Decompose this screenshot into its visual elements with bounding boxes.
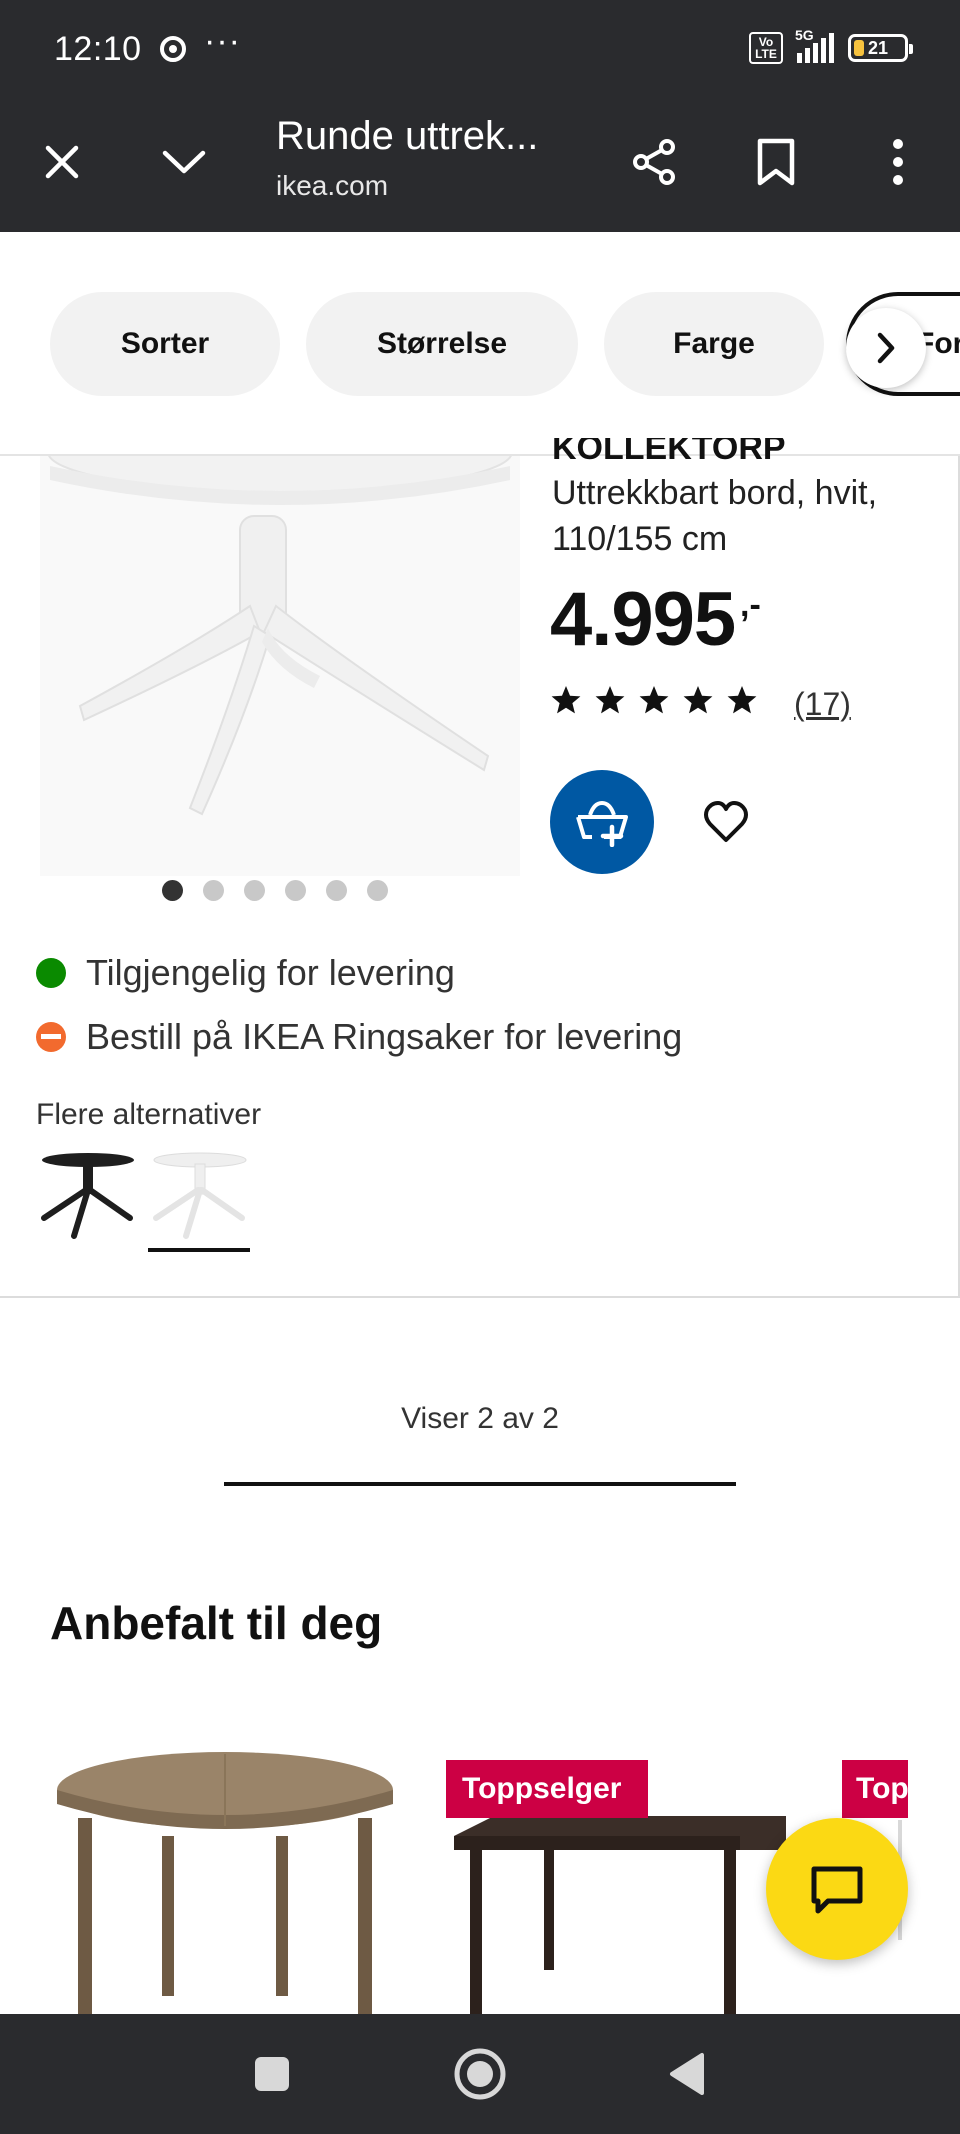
status-dot-orange xyxy=(36,1022,66,1052)
scroll-right-button[interactable] xyxy=(846,308,926,388)
chevron-down-icon[interactable] xyxy=(150,128,218,196)
carousel-dot[interactable] xyxy=(244,880,265,901)
battery-icon: 21 xyxy=(848,34,913,62)
more-vert-icon[interactable] xyxy=(864,128,932,196)
star-icon xyxy=(639,686,669,714)
bookmark-icon[interactable] xyxy=(742,128,810,196)
status-bar: 12:10 ··· Vo LTE 5G 21 xyxy=(0,0,960,100)
carousel-dot[interactable] xyxy=(162,880,183,901)
image-carousel-dots xyxy=(162,880,388,901)
square-icon xyxy=(255,2057,289,2091)
product-image[interactable] xyxy=(40,456,520,876)
price-suffix: ,- xyxy=(740,586,761,624)
favorite-button[interactable] xyxy=(694,790,758,854)
selected-alternative-indicator xyxy=(148,1248,250,1252)
status-time: 12:10 xyxy=(54,30,142,68)
product-description[interactable]: Uttrekkbart bord, hvit, 110/155 cm xyxy=(552,470,932,562)
back-triangle-icon xyxy=(670,2053,704,2095)
star-icon xyxy=(595,686,625,714)
home-circle-icon xyxy=(454,2048,506,2100)
status-indicators: Vo LTE 5G 21 xyxy=(749,27,913,66)
results-progress-bar xyxy=(224,1482,736,1486)
carousel-dot[interactable] xyxy=(326,880,347,901)
volte-icon: Vo LTE xyxy=(749,32,783,64)
chevron-right-icon xyxy=(877,332,895,364)
availability-store: Bestill på IKEA Ringsaker for levering xyxy=(36,1016,682,1058)
share-icon[interactable] xyxy=(620,128,688,196)
product-price: 4.995 xyxy=(550,577,736,662)
size-pill[interactable]: Størrelse xyxy=(306,292,578,396)
carousel-dot[interactable] xyxy=(367,880,388,901)
top-seller-badge: Top xyxy=(842,1760,908,1818)
product-name[interactable]: KOLLEKTORP xyxy=(552,438,786,460)
sort-pill[interactable]: Sorter xyxy=(50,292,280,396)
availability-text: Bestill på IKEA Ringsaker for levering xyxy=(86,1016,683,1057)
recents-button[interactable] xyxy=(242,2044,302,2104)
chat-button[interactable] xyxy=(766,1818,908,1960)
heart-icon xyxy=(704,801,748,842)
back-button[interactable] xyxy=(658,2044,718,2104)
more-notifications-icon: ··· xyxy=(204,22,241,60)
rating-stars[interactable] xyxy=(550,684,758,716)
browser-toolbar: Runde uttrek... ikea.com xyxy=(0,100,960,232)
recommended-product-image[interactable] xyxy=(50,1740,400,2014)
close-icon[interactable] xyxy=(28,128,96,196)
add-to-cart-button[interactable] xyxy=(550,770,654,874)
home-button[interactable] xyxy=(450,2044,510,2104)
availability-delivery: Tilgjengelig for levering xyxy=(36,952,455,994)
review-count-link[interactable]: (17) xyxy=(794,686,851,723)
network-type: 5G xyxy=(795,27,814,43)
availability-text: Tilgjengelig for levering xyxy=(86,952,455,993)
alternative-thumb-white[interactable] xyxy=(150,1146,250,1246)
star-icon xyxy=(727,686,757,714)
filter-bar: Sorter Størrelse Farge For xyxy=(0,232,960,456)
page-url: ikea.com xyxy=(276,170,389,201)
alternatives-label: Flere alternativer xyxy=(36,1098,262,1131)
star-icon xyxy=(683,686,713,714)
chat-icon xyxy=(811,1866,863,1914)
star-icon xyxy=(551,686,581,714)
results-count: Viser 2 av 2 xyxy=(401,1402,559,1435)
recommended-heading: Anbefalt til deg xyxy=(50,1597,383,1649)
signal-icon: 5G xyxy=(795,27,834,63)
cart-add-icon xyxy=(576,800,628,847)
color-pill[interactable]: Farge xyxy=(604,292,824,396)
product-card: KOLLEKTORP Uttrekkbart bord, hvit, 110/1… xyxy=(0,438,960,1298)
page-title: Runde uttrek... xyxy=(276,114,539,158)
top-seller-badge: Toppselger xyxy=(446,1760,648,1818)
battery-level: 21 xyxy=(867,37,889,58)
chrome-app-icon xyxy=(160,36,186,62)
carousel-dot[interactable] xyxy=(285,880,306,901)
alternative-thumb-black[interactable] xyxy=(38,1146,138,1246)
status-dot-green xyxy=(36,958,66,988)
carousel-dot[interactable] xyxy=(203,880,224,901)
system-nav-bar xyxy=(0,2014,960,2134)
